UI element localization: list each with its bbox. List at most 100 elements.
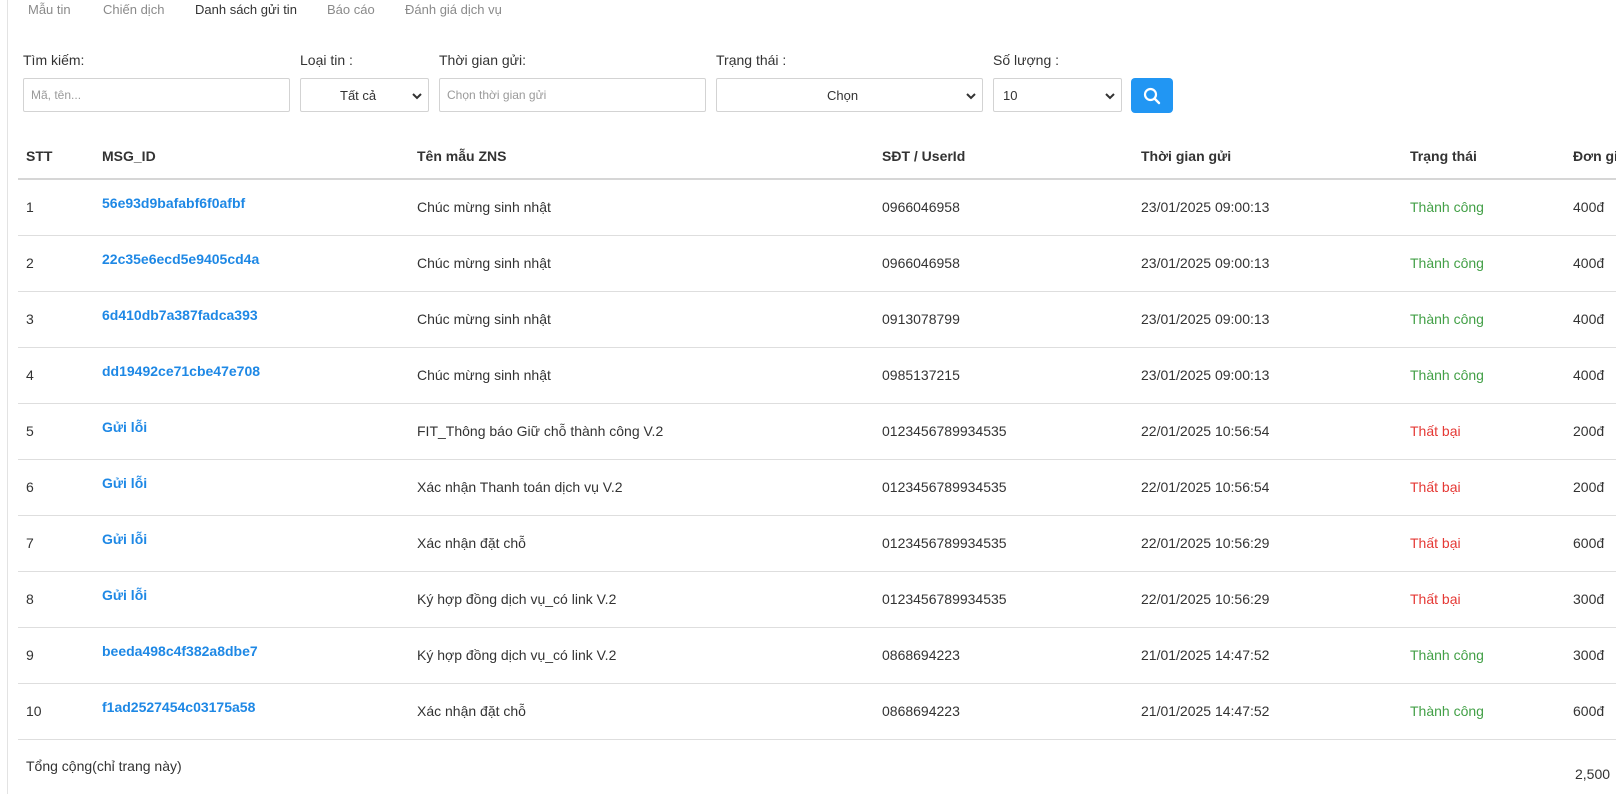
message-type-value: Tất cả (340, 88, 377, 103)
status-label: Trạng thái : (716, 52, 787, 68)
tab-danh-sach-gui-tin[interactable]: Danh sách gửi tin (195, 2, 297, 17)
tab-mau-tin[interactable]: Mẫu tin (28, 2, 71, 17)
search-label: Tìm kiếm: (23, 52, 85, 68)
row-msg-id-link[interactable]: 22c35e6ecd5e9405cd4a (102, 251, 259, 267)
row-template: Xác nhận Thanh toán dịch vụ V.2 (417, 479, 623, 495)
row-stt: 4 (26, 367, 34, 383)
status-select[interactable]: Chọn (716, 78, 983, 112)
row-price: 400đ (1573, 199, 1605, 215)
row-send-time: 22/01/2025 10:56:29 (1141, 591, 1270, 607)
col-header-phone: SĐT / UserId (882, 148, 966, 164)
col-header-status: Trạng thái (1410, 148, 1477, 164)
row-send-time: 23/01/2025 09:00:13 (1141, 199, 1270, 215)
row-send-time: 22/01/2025 10:56:29 (1141, 535, 1270, 551)
row-template: Ký hợp đồng dịch vụ_có link V.2 (417, 591, 617, 607)
row-msg-id-link[interactable]: Gửi lỗi (102, 475, 147, 491)
col-header-msg-id: MSG_ID (102, 148, 156, 164)
row-status-success: Thành công (1410, 255, 1484, 271)
col-header-send-time: Thời gian gửi (1141, 148, 1232, 164)
row-template: Chúc mừng sinh nhật (417, 367, 551, 383)
row-status-success: Thành công (1410, 647, 1484, 663)
row-phone: 0985137215 (882, 367, 960, 383)
search-input[interactable] (23, 78, 290, 112)
row-stt: 3 (26, 311, 34, 327)
chevron-down-icon (412, 93, 422, 100)
row-msg-id-link[interactable]: beeda498c4f382a8dbe7 (102, 643, 258, 659)
row-stt: 1 (26, 199, 34, 215)
row-stt: 7 (26, 535, 34, 551)
row-price: 300đ (1573, 647, 1605, 663)
row-phone: 0966046958 (882, 255, 960, 271)
row-template: Xác nhận đặt chỗ (417, 703, 526, 719)
tab-chien-dich[interactable]: Chiến dịch (103, 2, 164, 17)
row-status-success: Thành công (1410, 199, 1484, 215)
row-send-time: 22/01/2025 10:56:54 (1141, 423, 1270, 439)
search-button[interactable] (1131, 78, 1173, 113)
table-row: 8 Gửi lỗi Ký hợp đồng dịch vụ_có link V.… (18, 572, 1616, 628)
row-price: 300đ (1573, 591, 1605, 607)
row-msg-id-link[interactable]: Gửi lỗi (102, 531, 147, 547)
row-price: 400đ (1573, 311, 1605, 327)
table-row: 1 56e93d9bafabf6f0afbf Chúc mừng sinh nh… (18, 180, 1616, 236)
row-template: Chúc mừng sinh nhật (417, 255, 551, 271)
row-msg-id-link[interactable]: 56e93d9bafabf6f0afbf (102, 195, 245, 211)
col-header-price: Đơn giá (1573, 148, 1616, 164)
row-status-failed: Thất bại (1410, 479, 1461, 495)
row-template: FIT_Thông báo Giữ chỗ thành công V.2 (417, 423, 664, 439)
table-row: 3 6d410db7a387fadca393 Chúc mừng sinh nh… (18, 292, 1616, 348)
row-phone: 0868694223 (882, 647, 960, 663)
row-phone: 0913078799 (882, 311, 960, 327)
row-stt: 9 (26, 647, 34, 663)
row-msg-id-link[interactable]: dd19492ce71cbe47e708 (102, 363, 260, 379)
col-header-stt: STT (26, 148, 53, 164)
row-msg-id-link[interactable]: f1ad2527454c03175a58 (102, 699, 255, 715)
row-template: Chúc mừng sinh nhật (417, 199, 551, 215)
status-value: Chọn (827, 88, 859, 103)
row-send-time: 23/01/2025 09:00:13 (1141, 367, 1270, 383)
row-price: 600đ (1573, 535, 1605, 551)
quantity-label: Số lượng : (993, 52, 1060, 68)
total-label: Tổng cộng(chỉ trang này) (26, 758, 182, 774)
row-msg-id-link[interactable]: 6d410db7a387fadca393 (102, 307, 258, 323)
table-row: 9 beeda498c4f382a8dbe7 Ký hợp đồng dịch … (18, 628, 1616, 684)
row-status-failed: Thất bại (1410, 423, 1461, 439)
row-template: Ký hợp đồng dịch vụ_có link V.2 (417, 647, 617, 663)
tab-bao-cao[interactable]: Báo cáo (327, 2, 375, 17)
row-phone: 0966046958 (882, 199, 960, 215)
row-send-time: 23/01/2025 09:00:13 (1141, 255, 1270, 271)
row-template: Chúc mừng sinh nhật (417, 311, 551, 327)
table-row: 6 Gửi lỗi Xác nhận Thanh toán dịch vụ V.… (18, 460, 1616, 516)
table-row: 7 Gửi lỗi Xác nhận đặt chỗ 0123456789934… (18, 516, 1616, 572)
quantity-value: 10 (1003, 88, 1018, 103)
row-msg-id-link[interactable]: Gửi lỗi (102, 587, 147, 603)
row-stt: 5 (26, 423, 34, 439)
row-phone: 0123456789934535 (882, 591, 1007, 607)
send-time-label: Thời gian gửi: (439, 52, 527, 68)
send-time-input[interactable] (439, 78, 706, 112)
row-status-success: Thành công (1410, 311, 1484, 327)
message-type-select[interactable]: Tất cả (300, 78, 429, 112)
row-stt: 10 (26, 703, 42, 719)
row-price: 200đ (1573, 423, 1605, 439)
search-icon (1143, 87, 1161, 105)
row-status-success: Thành công (1410, 703, 1484, 719)
row-phone: 0123456789934535 (882, 423, 1007, 439)
chevron-down-icon (966, 93, 976, 100)
row-stt: 6 (26, 479, 34, 495)
row-phone: 0868694223 (882, 703, 960, 719)
row-msg-id-link[interactable]: Gửi lỗi (102, 419, 147, 435)
row-phone: 0123456789934535 (882, 479, 1007, 495)
chevron-down-icon (1105, 93, 1115, 100)
quantity-select[interactable]: 10 (993, 78, 1122, 112)
message-type-label: Loại tin : (300, 52, 353, 68)
row-template: Xác nhận đặt chỗ (417, 535, 526, 551)
row-send-time: 23/01/2025 09:00:13 (1141, 311, 1270, 327)
row-stt: 2 (26, 255, 34, 271)
table-row: 2 22c35e6ecd5e9405cd4a Chúc mừng sinh nh… (18, 236, 1616, 292)
page-left-border (7, 0, 8, 794)
table-row: 10 f1ad2527454c03175a58 Xác nhận đặt chỗ… (18, 684, 1616, 740)
row-status-failed: Thất bại (1410, 535, 1461, 551)
row-status-success: Thành công (1410, 367, 1484, 383)
row-price: 600đ (1573, 703, 1605, 719)
tab-danh-gia-dich-vu[interactable]: Đánh giá dịch vụ (405, 2, 502, 17)
